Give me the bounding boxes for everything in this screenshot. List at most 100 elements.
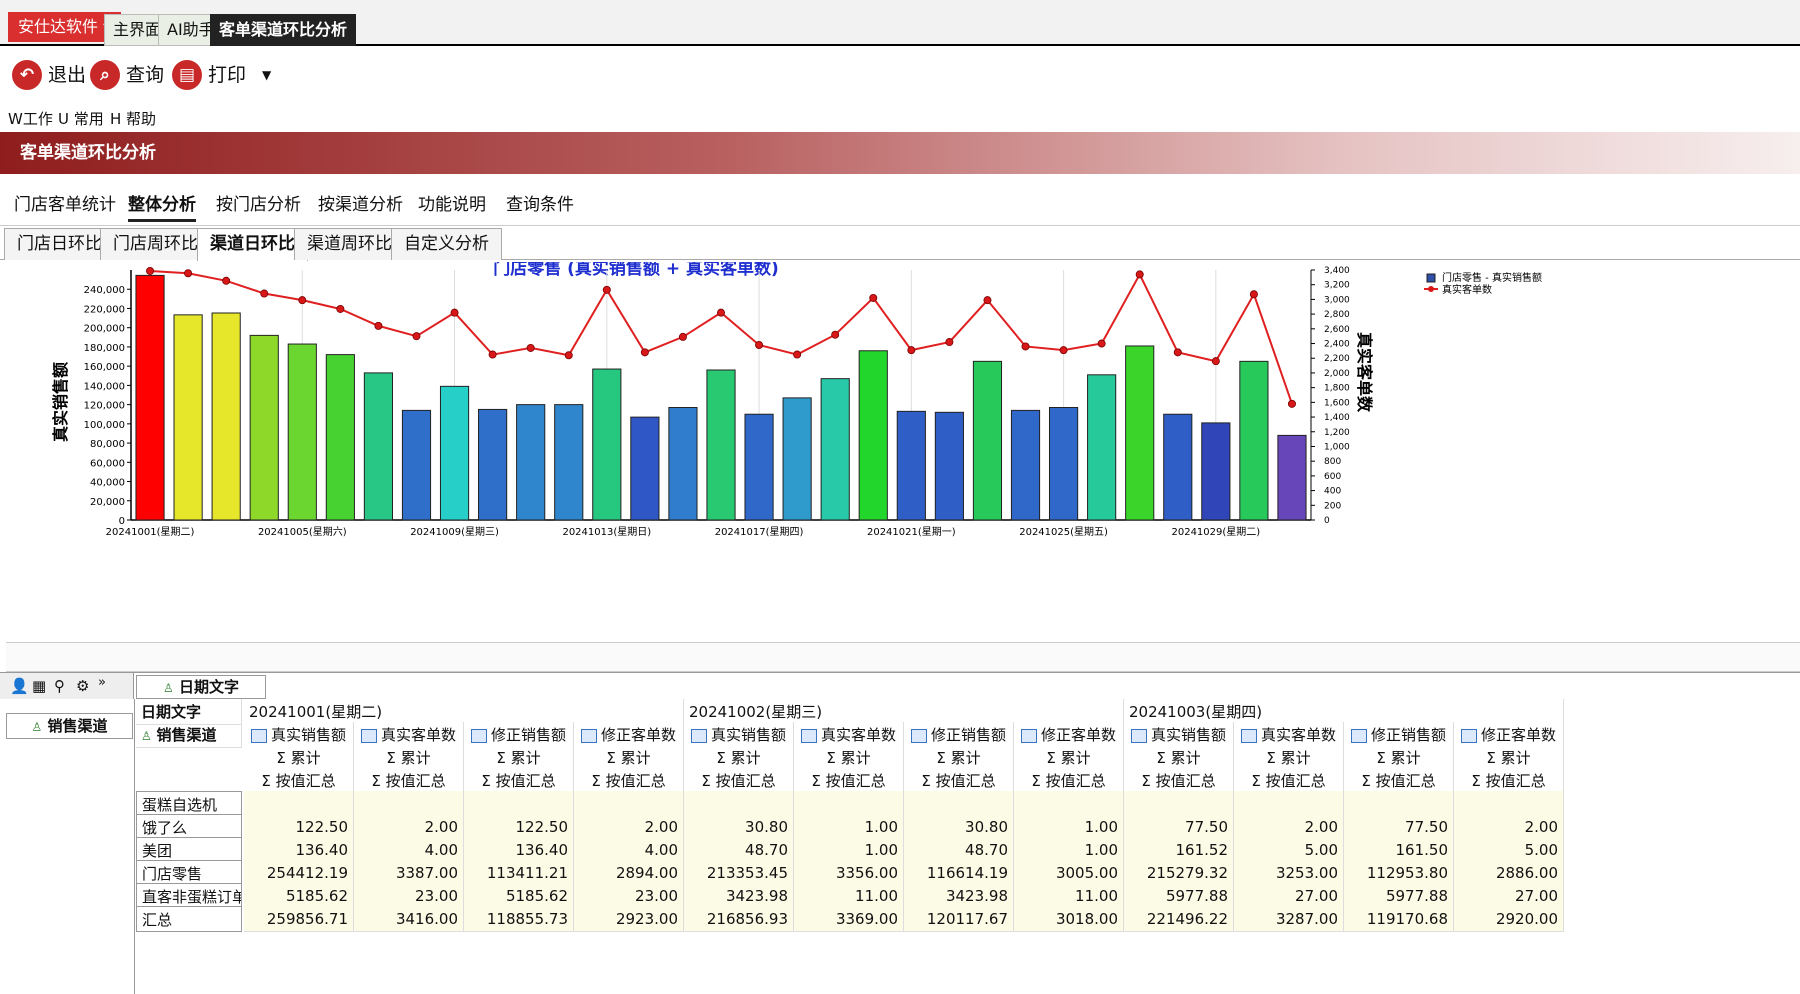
grid-toolbar: 👤 ▦ ⚲ ⚙ » bbox=[0, 673, 134, 699]
user-icon[interactable]: 👤 bbox=[10, 677, 29, 695]
y-tick-label: 180,000 bbox=[84, 343, 125, 354]
tab-overall[interactable]: 整体分析 bbox=[128, 190, 196, 222]
x-tick-label: 20241029(星期二) bbox=[1171, 526, 1260, 538]
bar bbox=[1048, 407, 1079, 521]
line-point bbox=[602, 285, 611, 294]
y2-tick-label: 3,200 bbox=[1324, 281, 1350, 291]
combo-chart: 门店零售 (真实销售额 + 真实客单数) 240,000 220,000 200,00… bbox=[51, 258, 1542, 538]
tab-function-help[interactable]: 功能说明 bbox=[418, 190, 486, 222]
chevron-down-icon[interactable]: ▼ bbox=[262, 58, 271, 92]
y2-tick-label: 2,800 bbox=[1324, 310, 1350, 320]
tab-by-store[interactable]: 按门店分析 bbox=[216, 190, 301, 222]
line-point bbox=[336, 304, 345, 313]
bar bbox=[1163, 413, 1193, 521]
bar bbox=[706, 369, 736, 521]
data-cell[interactable]: 259856.71 bbox=[244, 906, 354, 932]
tab-store-weekly[interactable]: 门店周环比 bbox=[100, 228, 211, 260]
date-field-label: 日期文字 bbox=[178, 678, 239, 696]
y2-tick-label: 200 bbox=[1324, 501, 1341, 511]
line-point bbox=[222, 276, 231, 285]
tab-custom-analysis[interactable]: 自定义分析 bbox=[391, 228, 502, 260]
y-tick-label: 80,000 bbox=[90, 439, 125, 450]
y2-axis-label: 真实客单数 bbox=[1355, 332, 1374, 413]
legend-swatch-point bbox=[1428, 286, 1434, 292]
bar bbox=[1010, 409, 1041, 521]
line-point bbox=[755, 341, 764, 350]
line-point bbox=[945, 338, 954, 347]
y-tick-label: 100,000 bbox=[84, 420, 125, 431]
data-cell[interactable]: 3287.00 bbox=[1234, 906, 1344, 932]
chart-scroll-strip bbox=[6, 642, 1800, 672]
bar bbox=[1201, 422, 1231, 521]
data-cell[interactable]: 2920.00 bbox=[1454, 906, 1564, 932]
data-cell[interactable]: 118855.73 bbox=[464, 906, 574, 932]
tab-channel-daily[interactable]: 渠道日环比 bbox=[197, 228, 308, 261]
y2-tick-label: 2,200 bbox=[1324, 354, 1350, 364]
data-cell[interactable]: 120117.67 bbox=[904, 906, 1014, 932]
bar bbox=[1277, 434, 1307, 521]
bar bbox=[554, 404, 584, 521]
pivot-grid: 👤 ▦ ⚲ ⚙ » ♙ 日期文字 ♙ 销售渠道 日期文字 ♙ 销售渠道 202410… bbox=[0, 672, 1800, 994]
tab-query-conditions[interactable]: 查询条件 bbox=[506, 190, 574, 222]
bar bbox=[287, 343, 317, 521]
line-point bbox=[1287, 399, 1296, 408]
tab-store-daily[interactable]: 门店日环比 bbox=[4, 228, 115, 260]
row-label: 汇总 bbox=[136, 906, 242, 932]
print-label: 打印 bbox=[208, 64, 247, 86]
bar bbox=[972, 360, 1003, 521]
line-point bbox=[640, 348, 649, 357]
bar bbox=[401, 409, 432, 521]
line-point bbox=[146, 266, 155, 275]
y2-tick-label: 800 bbox=[1324, 457, 1341, 467]
printer-icon: ▤ bbox=[172, 60, 202, 90]
data-cell[interactable]: 216856.93 bbox=[684, 906, 794, 932]
y2-tick-label: 600 bbox=[1324, 472, 1341, 482]
y2-tick-label: 2,000 bbox=[1324, 369, 1350, 379]
y2-tick-label: 2,600 bbox=[1324, 325, 1350, 335]
line-point bbox=[488, 350, 497, 359]
legend-label: 真实客单数 bbox=[1442, 283, 1492, 296]
tab-by-channel[interactable]: 按渠道分析 bbox=[318, 190, 403, 222]
print-button[interactable]: ▤ 打印 ▼ bbox=[172, 58, 271, 92]
query-button[interactable]: ⌕ 查询 bbox=[90, 58, 164, 92]
line-point bbox=[1211, 357, 1220, 366]
y-tick-label: 240,000 bbox=[84, 285, 125, 296]
filter-icon[interactable]: ⚲ bbox=[54, 677, 65, 695]
tab-channel-analysis[interactable]: 客单渠道环比分析 bbox=[210, 14, 357, 46]
data-cell[interactable]: 3018.00 bbox=[1014, 906, 1124, 932]
data-cell[interactable]: 119170.68 bbox=[1344, 906, 1454, 932]
bar bbox=[592, 368, 622, 521]
exit-label: 退出 bbox=[48, 64, 87, 86]
line-point bbox=[678, 332, 687, 341]
y2-tick-label: 3,000 bbox=[1324, 295, 1350, 305]
exit-button[interactable]: ↶ 退出 bbox=[12, 58, 86, 92]
x-tick-label: 20241005(星期六) bbox=[258, 526, 347, 538]
data-cell[interactable]: 2923.00 bbox=[574, 906, 684, 932]
bar bbox=[744, 413, 774, 521]
tab-store-stats[interactable]: 门店客单统计 bbox=[14, 190, 116, 222]
channel-field-chip[interactable]: ♙ 销售渠道 bbox=[6, 713, 133, 739]
tab-channel-weekly[interactable]: 渠道周环比 bbox=[294, 228, 405, 260]
data-cell[interactable]: 3369.00 bbox=[794, 906, 904, 932]
bar bbox=[363, 372, 394, 521]
menu-help[interactable]: H 帮助 bbox=[110, 108, 156, 129]
data-cell[interactable]: 3416.00 bbox=[354, 906, 464, 932]
x-tick-label: 20241025(星期五) bbox=[1019, 526, 1108, 538]
table-icon[interactable]: ▦ bbox=[32, 677, 46, 695]
bar bbox=[173, 314, 203, 521]
field-icon: ♙ bbox=[31, 720, 43, 734]
bar bbox=[439, 385, 470, 521]
line-point bbox=[831, 330, 840, 339]
bar bbox=[211, 312, 241, 521]
corner-channel[interactable]: ♙ 销售渠道 bbox=[136, 722, 242, 748]
y-axis-label: 真实销售额 bbox=[51, 362, 70, 442]
menu-work[interactable]: W工作 bbox=[8, 108, 53, 129]
more-icon[interactable]: » bbox=[98, 675, 106, 690]
line-point bbox=[450, 308, 459, 317]
date-field-chip[interactable]: ♙ 日期文字 bbox=[136, 675, 266, 699]
menu-common[interactable]: U 常用 bbox=[58, 108, 104, 129]
line-point bbox=[1097, 339, 1106, 348]
data-cell[interactable]: 221496.22 bbox=[1124, 906, 1234, 932]
settings-icon[interactable]: ⚙ bbox=[76, 677, 89, 695]
y2-tick-label: 0 bbox=[1324, 516, 1330, 526]
